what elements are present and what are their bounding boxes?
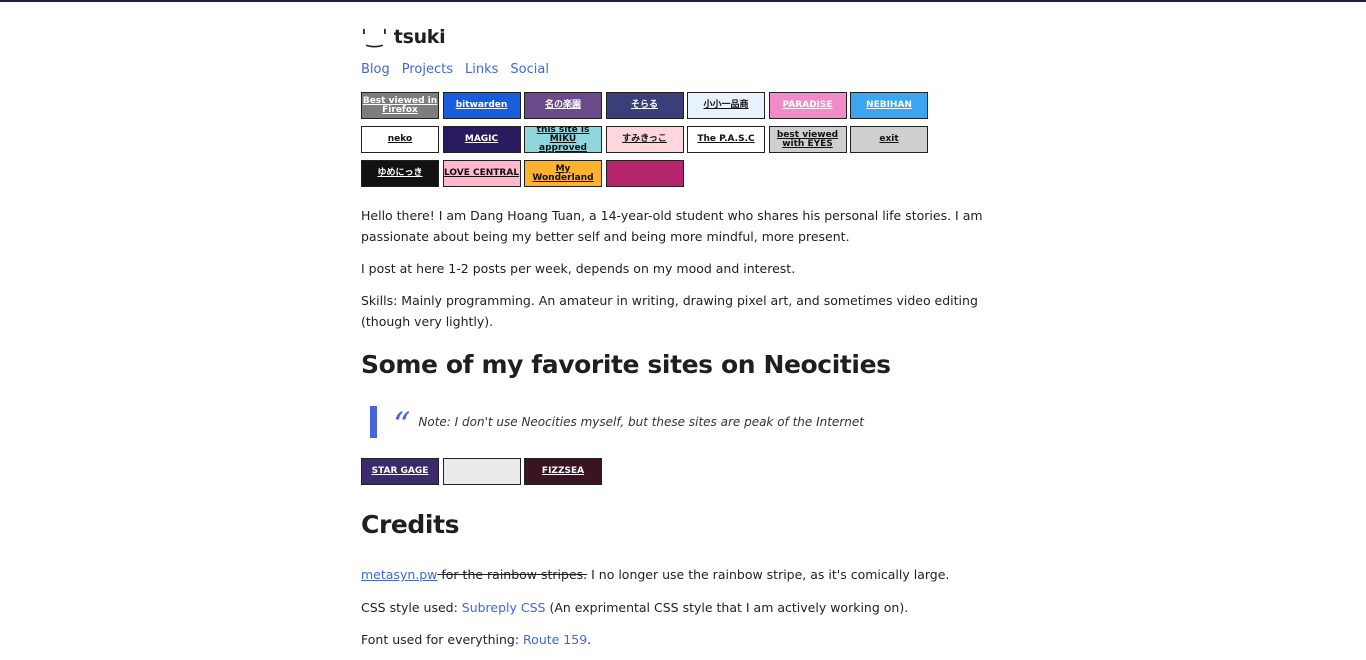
yume-nikki-button[interactable]: ゆめにっき bbox=[361, 160, 439, 187]
firefox-button-label: Best viewed in Firefox bbox=[362, 95, 438, 115]
credit-1-note: I no longer use the rainbow stripe, as i… bbox=[587, 567, 950, 582]
magic-button-label: MAGIC bbox=[464, 134, 499, 144]
nav-blog[interactable]: Blog bbox=[361, 62, 390, 77]
button-6-label: PARADISE bbox=[782, 100, 833, 110]
site-title: ˈ‿ˈ tsuki bbox=[361, 26, 446, 48]
credits-heading: Credits bbox=[361, 510, 460, 539]
eyes-button-label: best viewed with EYES bbox=[776, 129, 839, 149]
favorites-quote: “ Note: I don't use Neocities myself, bu… bbox=[370, 405, 864, 445]
credit-3-suffix: . bbox=[587, 632, 592, 647]
intro-paragraph-1: Hello there! I am Dang Hoang Tuan, a 14-… bbox=[361, 208, 983, 244]
button-6[interactable]: PARADISE bbox=[768, 92, 847, 119]
miku-button[interactable]: this site is MIKU approved bbox=[524, 126, 602, 153]
credit-line-3: Font used for everything: Route 159. bbox=[361, 629, 1001, 650]
credit-2-prefix: CSS style used: bbox=[361, 600, 462, 615]
exit-button-label: exit bbox=[879, 134, 899, 144]
button-3[interactable]: 名の楽園 bbox=[524, 92, 602, 119]
my-wonderland-button-label: My Wonderland bbox=[532, 163, 594, 183]
button-11[interactable]: すみきっこ bbox=[605, 126, 684, 153]
my-wonderland-button[interactable]: My Wonderland bbox=[524, 160, 602, 187]
subreply-css-link[interactable]: Subreply CSS bbox=[462, 600, 546, 615]
miku-button-label: this site is MIKU approved bbox=[536, 126, 590, 153]
exit-button[interactable]: exit bbox=[850, 126, 928, 153]
button-8[interactable]: neko bbox=[361, 126, 439, 153]
nav-projects[interactable]: Projects bbox=[402, 62, 453, 77]
button-8-label: neko bbox=[387, 134, 413, 144]
button-7[interactable]: NEBIHAN bbox=[850, 92, 928, 119]
button-4-label: そらる bbox=[630, 100, 658, 110]
pasc-button-label: The P.A.S.C bbox=[697, 134, 755, 144]
nav-links[interactable]: Links bbox=[465, 62, 498, 77]
night-sky-button[interactable] bbox=[605, 160, 684, 187]
stargage-button[interactable]: STAR GAGE bbox=[361, 458, 439, 485]
quote-text: Note: I don't use Neocities myself, but … bbox=[418, 415, 864, 429]
button-4[interactable]: そらる bbox=[605, 92, 684, 119]
favorites-heading: Some of my favorite sites on Neocities bbox=[361, 350, 891, 379]
quote-mark-icon: “ bbox=[393, 405, 411, 445]
love-central-button-label: LOVE CENTRAL bbox=[443, 168, 520, 178]
firefox-button[interactable]: Best viewed in Firefox bbox=[361, 92, 439, 119]
credit-line-1: metasyn.pw for the rainbow stripes. I no… bbox=[361, 564, 1001, 585]
fizzsea-button-label: FIZZSEA bbox=[541, 466, 585, 476]
button-11-label: すみきっこ bbox=[622, 134, 667, 144]
struck-text: for the rainbow stripes. bbox=[437, 567, 588, 582]
magic-button[interactable]: MAGIC bbox=[442, 126, 521, 153]
button-3-label: 名の楽園 bbox=[544, 100, 581, 110]
button-5-label: 小小一品商 bbox=[703, 100, 749, 110]
eyes-button[interactable]: best viewed with EYES bbox=[768, 126, 847, 153]
button-5[interactable]: 小小一品商 bbox=[687, 92, 765, 119]
fizzsea-button[interactable]: FIZZSEA bbox=[524, 458, 602, 485]
intro-paragraph-2: I post at here 1-2 posts per week, depen… bbox=[361, 261, 796, 276]
bitwarden-button[interactable]: bitwarden bbox=[442, 92, 521, 119]
intro-paragraph-3: Skills: Mainly programming. An amateur i… bbox=[361, 293, 978, 329]
pasc-button[interactable]: The P.A.S.C bbox=[687, 126, 765, 153]
metasyn-link[interactable]: metasyn.pw bbox=[361, 567, 437, 582]
bitwarden-button-label: bitwarden bbox=[455, 100, 508, 110]
credit-2-note: (An exprimental CSS style that I am acti… bbox=[545, 600, 909, 615]
button-7-label: NEBIHAN bbox=[866, 100, 912, 110]
credit-line-2: CSS style used: Subreply CSS (An exprime… bbox=[361, 597, 1001, 618]
stargage-button-label: STAR GAGE bbox=[371, 466, 429, 476]
faces-button[interactable] bbox=[442, 458, 521, 485]
main-nav: Blog Projects Links Social bbox=[361, 62, 549, 77]
nav-social[interactable]: Social bbox=[510, 62, 549, 77]
love-central-button[interactable]: LOVE CENTRAL bbox=[442, 160, 521, 187]
credit-3-prefix: Font used for everything: bbox=[361, 632, 524, 647]
yume-nikki-button-label: ゆめにっき bbox=[377, 168, 423, 178]
route-159-link[interactable]: Route 159 bbox=[523, 632, 587, 647]
